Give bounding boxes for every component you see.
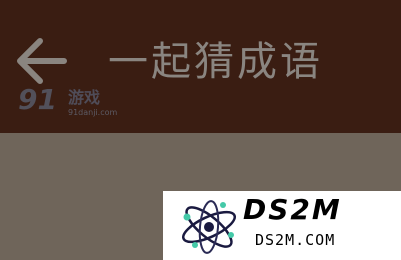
watermark-91-logo: 91 bbox=[18, 83, 57, 116]
arrow-left-icon bbox=[17, 38, 67, 84]
watermark-ds2m-url: DS2M.COM bbox=[255, 231, 336, 249]
watermark-91danji: 91 游戏 91danji.com bbox=[18, 85, 118, 121]
watermark-91-brand: 游戏 bbox=[68, 88, 101, 107]
app-screen: 一起猜成语 91 游戏 91danji.com DS2M DS2M.COM bbox=[0, 0, 401, 260]
back-button[interactable] bbox=[12, 32, 70, 90]
watermark-ds2m-name: DS2M bbox=[243, 193, 342, 226]
atom-icon bbox=[182, 200, 236, 254]
watermark-91-url: 91danji.com bbox=[68, 108, 118, 117]
page-title: 一起猜成语 bbox=[108, 39, 323, 85]
watermark-ds2m: DS2M DS2M.COM bbox=[163, 191, 401, 260]
header-bar: 一起猜成语 91 游戏 91danji.com bbox=[0, 0, 401, 133]
